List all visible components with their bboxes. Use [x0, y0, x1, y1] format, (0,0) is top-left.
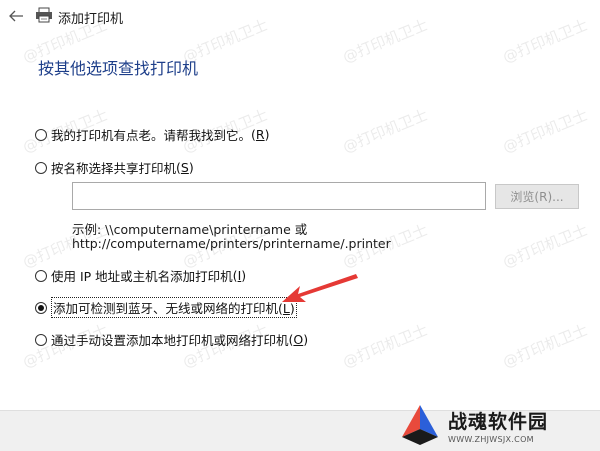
- option-accel: O: [293, 332, 304, 347]
- option-shared-printer[interactable]: 按名称选择共享打印机 (S): [35, 158, 194, 177]
- option-old-printer[interactable]: 我的打印机有点老。请帮我找到它。 (R): [35, 125, 269, 144]
- radio-button[interactable]: [35, 269, 47, 282]
- radio-button[interactable]: [35, 161, 47, 174]
- watermark: @打印机卫士: [500, 220, 591, 272]
- radio-button[interactable]: [35, 333, 47, 346]
- option-label: 添加可检测到蓝牙、无线或网络的打印机: [53, 301, 279, 316]
- brand-name: 战魂软件园: [448, 410, 549, 433]
- printer-name-input[interactable]: [72, 182, 486, 210]
- watermark: @打印机卫士: [500, 105, 591, 157]
- browse-button[interactable]: 浏览(R)...: [495, 184, 579, 209]
- annotation-arrow-icon: [270, 268, 362, 314]
- option-focus-box: 添加可检测到蓝牙、无线或网络的打印机(L): [51, 297, 297, 318]
- option-accel: I: [237, 268, 242, 283]
- option-manual-setup[interactable]: 通过手动设置添加本地打印机或网络打印机 (O): [35, 330, 308, 349]
- brand-logo-icon: [398, 403, 442, 447]
- option-bluetooth-wireless-network[interactable]: 添加可检测到蓝牙、无线或网络的打印机(L): [35, 297, 297, 318]
- title-bar: 添加打印机: [0, 0, 600, 32]
- watermark: @打印机卫士: [340, 105, 431, 157]
- option-ip-address[interactable]: 使用 IP 地址或主机名添加打印机 (I): [35, 266, 246, 285]
- option-accel: S: [180, 160, 189, 175]
- back-arrow-icon[interactable]: [4, 4, 28, 28]
- window-title: 添加打印机: [58, 12, 124, 27]
- page-heading: 按其他选项查找打印机: [38, 59, 199, 78]
- watermark: @打印机卫士: [340, 320, 431, 372]
- brand-url: WWW.ZHJWSJX.COM: [448, 434, 534, 444]
- example-text-line2: http://computername/printers/printername…: [72, 236, 391, 251]
- radio-button-selected[interactable]: [35, 301, 47, 314]
- option-label: 使用 IP 地址或主机名添加打印机: [51, 269, 233, 284]
- option-label: 通过手动设置添加本地打印机或网络打印机: [51, 333, 289, 348]
- brand-watermark: 战魂软件园 WWW.ZHJWSJX.COM: [398, 402, 598, 448]
- radio-button[interactable]: [35, 128, 47, 141]
- watermark: @打印机卫士: [500, 320, 591, 372]
- option-label: 按名称选择共享打印机: [51, 161, 177, 176]
- option-accel: R: [255, 127, 265, 142]
- option-label: 我的打印机有点老。请帮我找到它。: [51, 128, 252, 143]
- printer-icon: [35, 7, 53, 23]
